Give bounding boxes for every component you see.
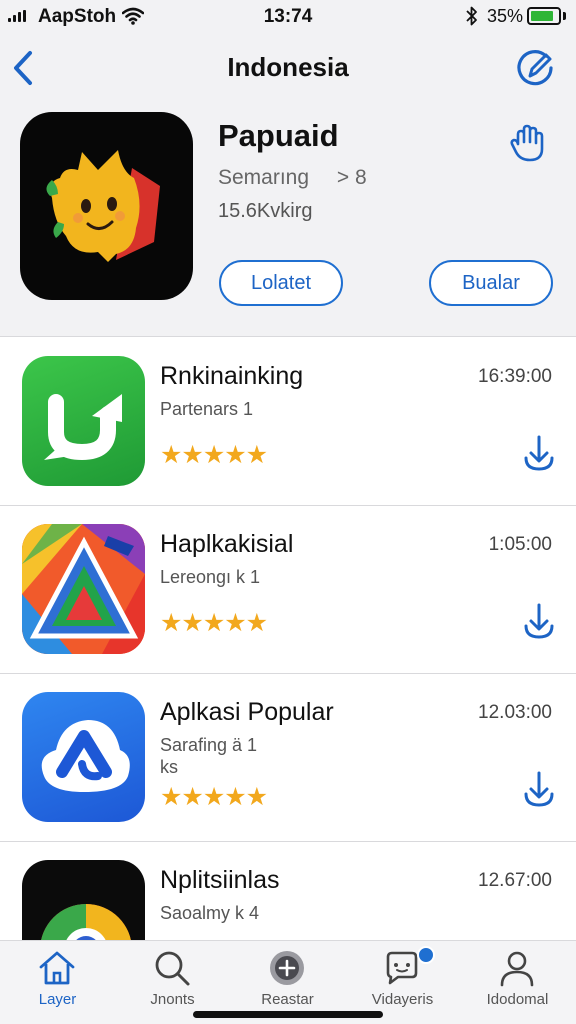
download-icon[interactable] [522, 434, 556, 472]
tab-search[interactable]: Jnonts [115, 941, 230, 1011]
tab-label: Idodomal [486, 991, 549, 1008]
featured-app-name: Papuaid [218, 118, 339, 153]
refresh-logo-icon [44, 394, 122, 461]
star-rating: ★★★★★ [160, 441, 268, 469]
notification-badge [417, 946, 435, 964]
app-title: Nplitsiinlas [160, 866, 280, 894]
star-rating: ★★★★★ [160, 783, 268, 811]
tab-label: Vidayeris [371, 991, 434, 1008]
tab-label: Jnonts [150, 991, 195, 1008]
list-item[interactable]: Aplkasi Popular Sarafing ä 1 ks 12.03:00… [0, 674, 576, 842]
tab-layer[interactable]: Layer [0, 941, 115, 1011]
tab-label: Reastar [261, 991, 314, 1008]
tab-register[interactable]: Reastar [230, 941, 345, 1011]
update-button[interactable]: Lolatet [219, 260, 343, 306]
mascot-icon [46, 150, 160, 262]
list-item[interactable]: Haplkakisial Lereongı k 1 1:05:00 ★★★★★ [0, 506, 576, 674]
app-subtitle: Lereongı k 1 [160, 567, 261, 587]
home-indicator[interactable] [193, 1011, 383, 1018]
search-icon [155, 951, 190, 986]
list-item[interactable]: Rnkinainking Partenars 1 16:39:00 ★★★★★ [0, 338, 576, 506]
app-time: 12.67:00 [478, 870, 552, 891]
plus-circle-icon [270, 951, 304, 985]
tab-videos[interactable]: Vidayeris [345, 941, 460, 1011]
edit-icon[interactable] [516, 48, 556, 88]
app-icon-triangle [22, 524, 145, 654]
tab-profile[interactable]: Idodomal [460, 941, 575, 1011]
battery-cap [563, 12, 566, 20]
bluetooth-icon [466, 6, 477, 26]
battery-percent: 35% [487, 6, 524, 26]
app-time: 1:05:00 [488, 534, 552, 555]
open-button[interactable]: Bualar [429, 260, 553, 306]
app-icon-blue [22, 692, 145, 822]
house-icon [39, 951, 75, 985]
featured-app-rank: > 8 [336, 166, 367, 189]
app-icon-green [22, 356, 145, 486]
cloud-logo-icon [41, 720, 130, 792]
download-icon[interactable] [522, 602, 556, 640]
app-time: 12.03:00 [478, 702, 552, 723]
app-title: Rnkinainking [160, 362, 304, 390]
featured-app-subtitle: Semarıng > 8 [218, 166, 367, 190]
battery-level [531, 11, 554, 21]
featured-app-category: Semarıng [218, 166, 310, 189]
app-title: Haplkakisial [160, 530, 294, 558]
download-icon[interactable] [522, 770, 556, 808]
app-time: 16:39:00 [478, 366, 552, 387]
app-subtitle: Partenars 1 [160, 399, 254, 419]
app-subtitle: Sarafing ä 1 ks [160, 735, 258, 777]
star-rating: ★★★★★ [160, 609, 268, 637]
hand-icon[interactable] [508, 122, 550, 164]
chat-bubble-icon [386, 951, 418, 985]
status-bar: AapStoh 13:74 35% [0, 0, 576, 34]
battery-icon [527, 7, 561, 25]
triangle-logo-icon [22, 524, 145, 654]
page-title: Indonesia [227, 52, 349, 82]
app-title: Aplkasi Popular [160, 698, 334, 726]
app-subtitle: Saoalmy k 4 [160, 903, 260, 923]
app-header: Indonesia Papuaid Semarıng > 8 15.6Kvkir… [0, 34, 576, 337]
featured-app-meta: 15.6Kvkirg [218, 200, 313, 222]
featured-app-icon[interactable] [20, 112, 193, 300]
person-icon [500, 951, 534, 987]
tab-label: Layer [38, 991, 77, 1008]
